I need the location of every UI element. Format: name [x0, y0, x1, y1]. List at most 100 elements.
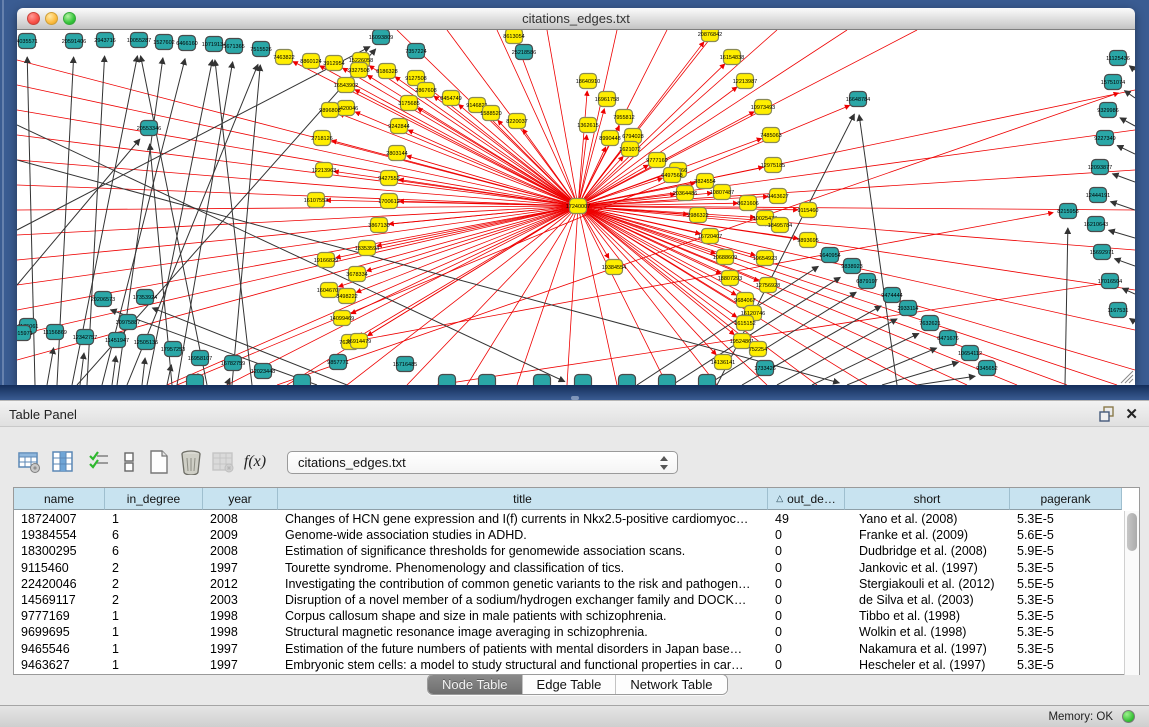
graph-node-teal[interactable] [699, 375, 716, 386]
table-row[interactable]: 1830029562008Estimation of significance … [14, 543, 1122, 559]
graph-node-teal[interactable]: 12342757 [73, 330, 97, 345]
tab-edge-table[interactable]: Edge Table [523, 675, 617, 694]
graph-node-teal[interactable]: 7515526 [250, 42, 271, 57]
graph-node-yellow[interactable]: 19654923 [753, 251, 777, 266]
graph-node-yellow[interactable]: 16154838 [720, 50, 744, 65]
graph-node-teal[interactable] [294, 375, 311, 386]
graph-node-yellow[interactable]: 10973493 [751, 100, 775, 115]
graph-node-yellow[interactable]: 1588520 [480, 106, 501, 121]
graph-node-teal[interactable]: 2933114 [897, 301, 918, 316]
graph-node-yellow[interactable]: 19384554 [602, 260, 626, 275]
graph-node-yellow[interactable]: 18807293 [718, 271, 742, 286]
table-row[interactable]: 1872400712008Changes of HCN gene express… [14, 511, 1122, 527]
graph-node-teal[interactable] [187, 375, 204, 386]
table-settings-icon[interactable] [14, 447, 44, 477]
graph-node-yellow[interactable]: 7955812 [613, 110, 634, 125]
graph-node-yellow[interactable]: 752254 [749, 342, 767, 357]
graph-node-teal[interactable]: 9227349 [1094, 131, 1115, 146]
graph-node-teal[interactable] [479, 375, 496, 386]
graph-node-teal[interactable]: 5671365 [223, 39, 244, 54]
column-header-out_de[interactable]: △out_de… [768, 488, 845, 510]
graph-node-yellow[interactable]: 9115460 [797, 203, 818, 218]
table-row[interactable]: 946362711997Embryonic stem cells: a mode… [14, 657, 1122, 673]
panel-divider[interactable] [2, 0, 4, 400]
graph-node-teal[interactable] [534, 375, 551, 386]
graph-node-yellow[interactable]: 9893695 [797, 233, 818, 248]
graph-node-yellow[interactable]: 1621072 [619, 142, 640, 157]
graph-node-yellow[interactable]: 16107553 [304, 193, 328, 208]
column-header-year[interactable]: year [203, 488, 278, 510]
graph-node-teal[interactable]: 1733426 [754, 361, 775, 376]
graph-node-yellow[interactable]: 1362615 [577, 118, 598, 133]
network-graph-canvas[interactable]: 4035571205914062943716100552871527602646… [17, 30, 1135, 385]
graph-node-yellow[interactable]: 1615152 [734, 316, 755, 331]
memory-status-icon[interactable] [1122, 710, 1135, 723]
graph-node-yellow[interactable]: 7485063 [760, 128, 781, 143]
graph-node-teal[interactable]: 2943716 [94, 33, 115, 48]
graph-node-teal[interactable]: 17957253 [161, 342, 185, 357]
graph-node-yellow[interactable]: 12213987 [733, 74, 757, 89]
graph-node-yellow[interactable]: 8860124 [300, 54, 321, 69]
graph-node-teal[interactable] [575, 375, 592, 386]
graph-node-yellow[interactable]: 20876842 [698, 30, 722, 42]
graph-node-yellow[interactable]: 3867130 [368, 218, 389, 233]
select-rows-icon[interactable] [84, 447, 114, 477]
function-builder-icon[interactable]: f(x) [240, 447, 270, 477]
graph-node-teal[interactable]: 30975887 [116, 315, 140, 330]
column-header-name[interactable]: name [14, 488, 105, 510]
float-panel-icon[interactable] [1099, 406, 1115, 422]
table-source-select[interactable]: citations_edges.txt [287, 451, 678, 474]
graph-node-teal[interactable]: 9345652 [976, 361, 997, 376]
graph-node-teal[interactable]: 7357224 [405, 44, 426, 59]
table-row[interactable]: 946554611997Estimation of the future num… [14, 641, 1122, 657]
show-columns-icon[interactable] [48, 447, 78, 477]
graph-node-teal[interactable]: 16210643 [1084, 217, 1108, 232]
graph-node-yellow[interactable]: 18640910 [576, 74, 600, 89]
graph-node-yellow[interactable]: 3175685 [398, 96, 419, 111]
graph-node-yellow[interactable]: 3824554 [694, 174, 715, 189]
window-titlebar[interactable]: citations_edges.txt [17, 8, 1135, 30]
graph-node-yellow[interactable]: 2803144 [386, 146, 407, 161]
new-table-icon[interactable] [144, 447, 174, 477]
graph-node-yellow[interactable]: 18495784 [768, 218, 792, 233]
scrollbar-thumb[interactable] [1127, 513, 1137, 551]
graph-node-teal[interactable]: 11451947 [105, 333, 129, 348]
graph-node-teal[interactable]: 12093877 [1088, 160, 1112, 175]
column-header-pagerank[interactable]: pagerank [1010, 488, 1122, 510]
graph-node-yellow[interactable]: 19166829 [314, 253, 338, 268]
graph-node-teal[interactable]: 12444191 [1086, 188, 1110, 203]
graph-node-yellow[interactable]: 6497568 [661, 168, 682, 183]
graph-node-teal[interactable]: 9474444 [881, 288, 902, 303]
tab-node-table[interactable]: Node Table [428, 675, 523, 694]
graph-node-teal[interactable]: 12505135 [134, 335, 158, 350]
graph-node-yellow[interactable]: 14099469 [330, 311, 354, 326]
graph-node-yellow[interactable]: 8220037 [506, 114, 527, 129]
graph-node-teal[interactable]: 10654112 [958, 346, 982, 361]
table-row[interactable]: 977716911998Corpus callosum shape and si… [14, 608, 1122, 624]
graph-node-yellow[interactable]: 16961758 [595, 92, 619, 107]
graph-node-teal[interactable]: 16093809 [369, 30, 393, 45]
graph-node-teal[interactable]: 8215958 [1057, 204, 1078, 219]
graph-node-teal[interactable] [659, 375, 676, 386]
graph-node-yellow[interactable]: 9896808 [319, 103, 340, 118]
graph-node-teal[interactable]: 9857771 [327, 355, 348, 370]
graph-node-yellow[interactable]: 1700612 [378, 194, 399, 209]
graph-node-teal[interactable]: 16648784 [846, 92, 870, 107]
graph-node-teal[interactable]: 10055287 [127, 33, 151, 48]
table-row[interactable]: 911546021997Tourette syndrome. Phenomeno… [14, 560, 1122, 576]
graph-node-yellow[interactable]: 10688609 [713, 250, 737, 265]
graph-node-teal[interactable]: 16958107 [188, 351, 212, 366]
graph-node-yellow[interactable]: 18353594 [355, 241, 379, 256]
graph-node-yellow[interactable]: 9327508 [348, 63, 369, 78]
graph-node-yellow[interactable]: 2867608 [415, 83, 436, 98]
vertical-scrollbar[interactable] [1124, 511, 1139, 675]
graph-node-yellow[interactable]: 8613054 [503, 30, 524, 44]
graph-node-teal[interactable]: 4035571 [17, 34, 38, 49]
graph-node-yellow[interactable]: 12213963 [312, 163, 336, 178]
graph-node-yellow[interactable]: 8454749 [440, 91, 461, 106]
graph-node-yellow[interactable]: 20364486 [673, 186, 697, 201]
graph-node-teal[interactable]: 25218586 [512, 45, 536, 60]
graph-node-yellow[interactable]: 12975185 [761, 158, 785, 173]
graph-node-teal[interactable]: 1527602 [153, 35, 174, 50]
graph-node-teal[interactable]: 17016504 [1098, 274, 1122, 289]
